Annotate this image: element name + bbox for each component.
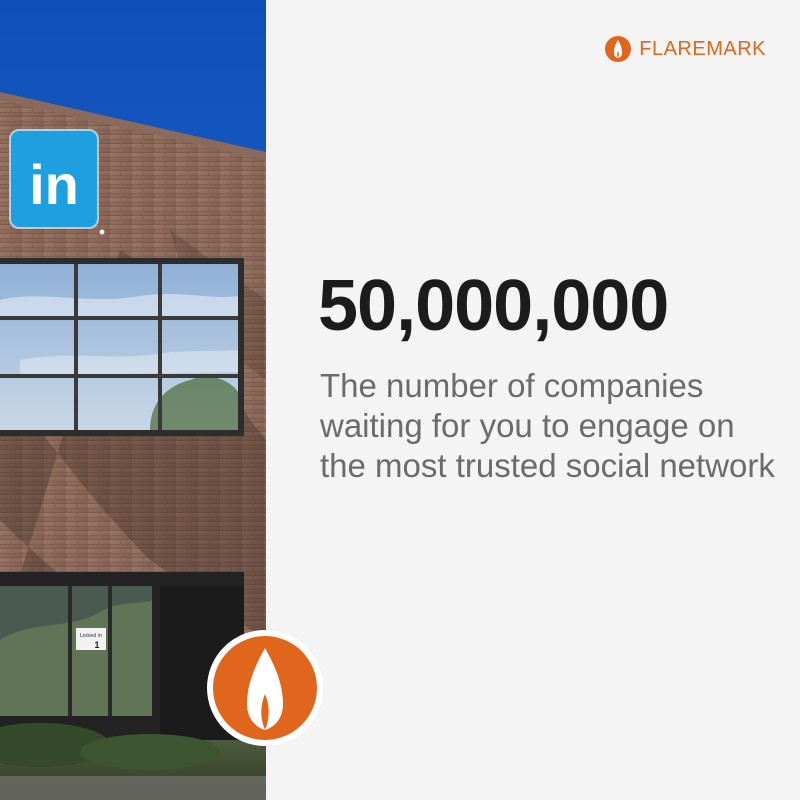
flame-logo-icon: [605, 36, 632, 62]
linkedin-sign-text: in: [29, 153, 79, 216]
linkedin-sign-icon: in: [9, 129, 105, 235]
brand-header: FLAREMARK: [605, 36, 766, 62]
social-graphic: in Linked in 1 FLAREMARK 50,000,000 The …: [0, 0, 800, 800]
flame-badge-icon: [207, 630, 323, 746]
door-sign: [76, 628, 106, 650]
brand-name: FLAREMARK: [639, 37, 766, 60]
svg-text:Linked in: Linked in: [80, 633, 102, 639]
headline-tagline: The number of companies waiting for you …: [320, 367, 775, 484]
headline-number: 50,000,000: [318, 266, 669, 346]
svg-text:1: 1: [94, 640, 99, 650]
